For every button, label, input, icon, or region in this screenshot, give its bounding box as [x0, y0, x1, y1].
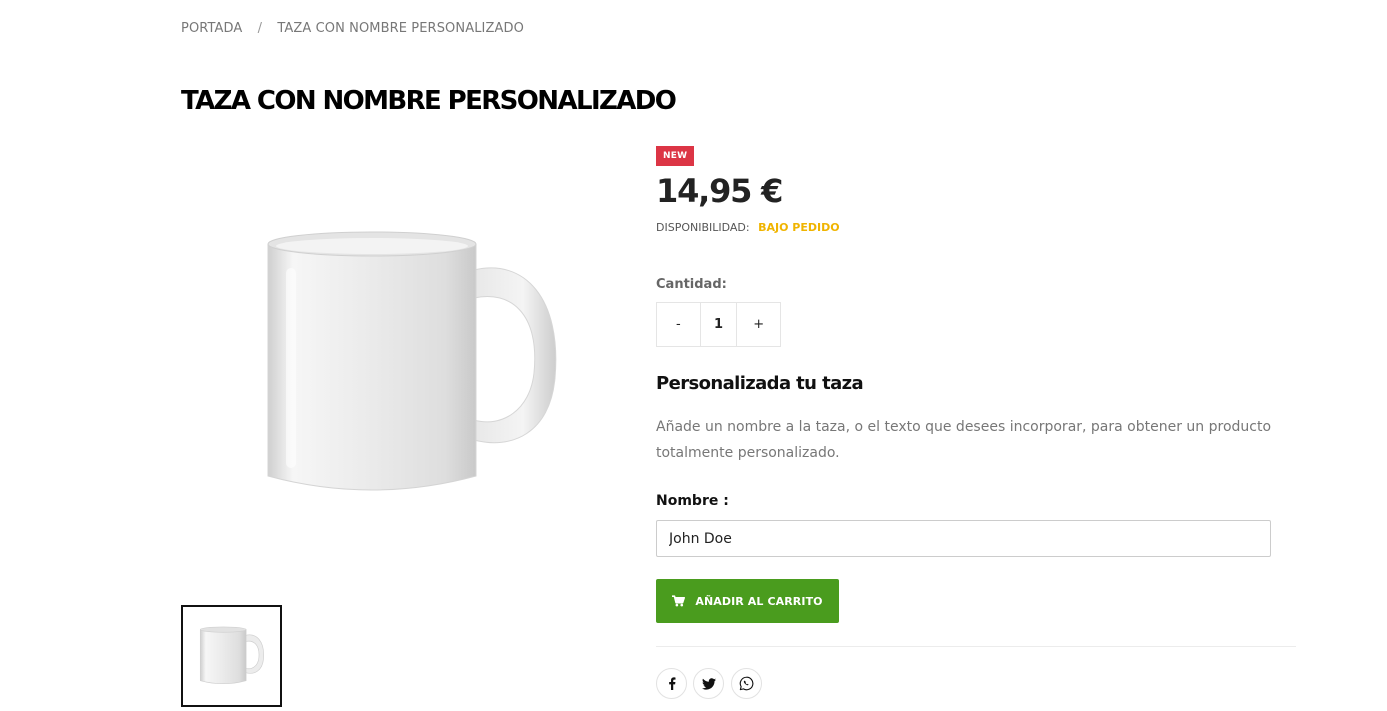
- cart-icon: [672, 595, 686, 607]
- breadcrumb-current[interactable]: TAZA CON NOMBRE PERSONALIZADO: [277, 21, 524, 36]
- availability-value: BAJO PEDIDO: [758, 221, 840, 234]
- availability-label: DISPONIBILIDAD:: [656, 221, 750, 234]
- quantity-stepper: - 1 +: [656, 302, 781, 347]
- breadcrumb-separator: /: [257, 21, 263, 36]
- quantity-increase-button[interactable]: +: [736, 303, 780, 346]
- quantity-decrease-button[interactable]: -: [657, 303, 701, 346]
- quantity-label: Cantidad:: [656, 277, 727, 292]
- divider: [656, 646, 1296, 647]
- customization-title: Personalizada tu taza: [656, 373, 864, 394]
- share-whatsapp-button[interactable]: [731, 668, 762, 699]
- share-twitter-button[interactable]: [693, 668, 724, 699]
- product-main-image[interactable]: [262, 228, 562, 500]
- breadcrumb-home-link[interactable]: PORTADA: [181, 21, 242, 36]
- product-thumbnail[interactable]: [181, 605, 282, 707]
- breadcrumb: PORTADA / TAZA CON NOMBRE PERSONALIZADO: [181, 21, 524, 36]
- name-input[interactable]: [656, 520, 1271, 557]
- new-badge: NEW: [656, 146, 695, 166]
- availability: DISPONIBILIDAD: BAJO PEDIDO: [656, 221, 840, 234]
- whatsapp-icon: [739, 676, 754, 691]
- mug-thumbnail-image: [199, 626, 264, 685]
- twitter-icon: [701, 677, 716, 690]
- add-to-cart-label: AÑADIR AL CARRITO: [695, 594, 823, 608]
- add-to-cart-button[interactable]: AÑADIR AL CARRITO: [656, 579, 839, 623]
- customization-description: Añade un nombre a la taza, o el texto qu…: [656, 419, 1272, 461]
- quantity-value[interactable]: 1: [701, 303, 737, 346]
- page-title: TAZA CON NOMBRE PERSONALIZADO: [181, 86, 677, 116]
- name-field-label: Nombre :: [656, 493, 729, 509]
- mug-image: [267, 231, 557, 491]
- share-facebook-button[interactable]: [656, 668, 687, 699]
- facebook-icon: [668, 677, 675, 690]
- product-price: 14,95 €: [656, 172, 783, 210]
